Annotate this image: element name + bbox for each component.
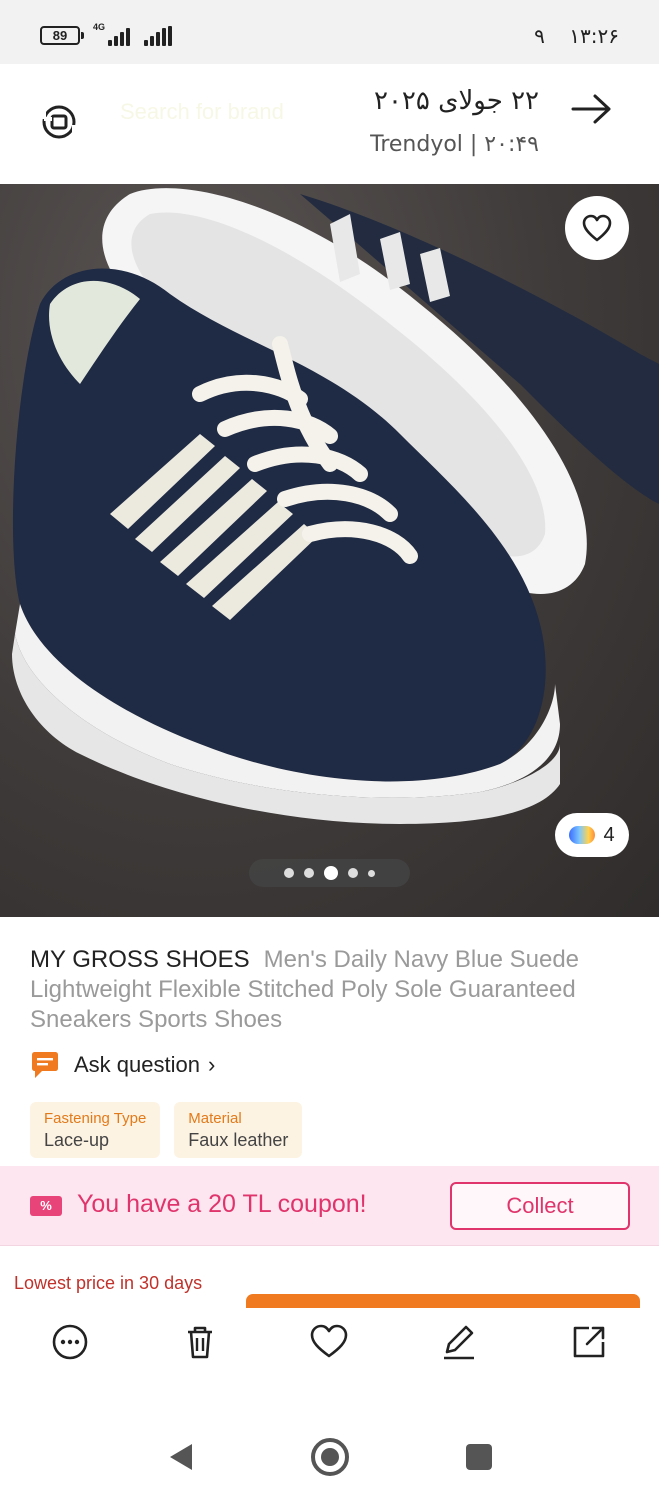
collect-button[interactable]: Collect — [450, 1182, 630, 1230]
attribute-chips: Fastening Type Lace-up Material Faux lea… — [30, 1102, 303, 1158]
color-variants-badge[interactable]: 4 — [555, 813, 629, 857]
nav-home-icon[interactable] — [311, 1438, 349, 1476]
time-label: ۱۳:۲۶ — [569, 24, 619, 48]
pager-dot[interactable] — [304, 868, 314, 878]
header-bar: Search for brand ۲۲ جولای ۲۰۲۵ Trendyol … — [0, 64, 659, 184]
heart-icon[interactable] — [309, 1322, 349, 1362]
heart-icon — [582, 214, 612, 242]
lowest-price-label: Lowest price in 30 days — [14, 1273, 203, 1293]
add-to-cart-button-edge[interactable] — [246, 1294, 640, 1308]
favorite-button[interactable] — [565, 196, 629, 260]
pager-dot[interactable] — [348, 868, 358, 878]
nav-recents-icon[interactable] — [466, 1444, 492, 1470]
color-variants-count: 4 — [603, 823, 615, 846]
attribute-chip[interactable]: Material Faux leather — [174, 1102, 303, 1158]
pager-dot-active[interactable] — [324, 866, 338, 880]
trash-icon[interactable] — [180, 1322, 220, 1362]
attribute-chip[interactable]: Fastening Type Lace-up — [30, 1102, 161, 1158]
product-image[interactable]: 4 — [0, 184, 659, 917]
status-bar: 89 4G ۹ ۱۳:۲۶ — [0, 0, 659, 64]
more-icon[interactable] — [50, 1322, 90, 1362]
signal-strength-2-icon — [144, 24, 174, 46]
coupon-banner: % You have a 20 TL coupon! Collect — [0, 1166, 659, 1246]
ask-question-label: Ask question — [74, 1052, 200, 1077]
sneaker-photo — [12, 188, 659, 824]
status-clock: ۹ ۱۳:۲۶ — [534, 24, 619, 48]
battery-indicator: 89 — [40, 26, 84, 45]
brand-name[interactable]: MY GROSS SHOES — [30, 946, 250, 973]
attribute-name: Material — [188, 1110, 242, 1127]
edit-icon[interactable] — [439, 1322, 479, 1362]
nav-back-icon[interactable] — [168, 1442, 194, 1472]
arrow-right-icon[interactable] — [571, 92, 613, 126]
header-source: Trendyol | ۲۰:۴۹ — [370, 132, 539, 157]
header-date: ۲۲ جولای ۲۰۲۵ — [373, 86, 539, 116]
system-nav-bar — [0, 1410, 659, 1500]
product-title: MY GROSS SHOES Men's Daily Navy Blue Sued… — [30, 945, 630, 1035]
coupon-icon: % — [30, 1196, 62, 1216]
pager-dot[interactable] — [284, 868, 294, 878]
bottom-toolbar — [0, 1308, 659, 1378]
coupon-text: You have a 20 TL coupon! — [77, 1190, 367, 1218]
signal-strength-icon — [108, 24, 134, 46]
image-pager[interactable] — [249, 859, 410, 887]
network-type-label: 4G — [93, 22, 106, 32]
rotate-screen-icon[interactable] — [40, 103, 78, 141]
pager-dot[interactable] — [368, 869, 375, 877]
attribute-value: Faux leather — [188, 1130, 289, 1150]
share-icon[interactable] — [569, 1322, 609, 1362]
ask-question-link[interactable]: Ask question › — [30, 1048, 215, 1082]
chat-bubble-icon — [32, 1052, 58, 1078]
chevron-right-icon: › — [207, 1052, 216, 1077]
notification-count: ۹ — [534, 24, 545, 48]
attribute-value: Lace-up — [44, 1130, 110, 1150]
attribute-name: Fastening Type — [44, 1110, 147, 1127]
color-variants-icon — [569, 826, 596, 844]
